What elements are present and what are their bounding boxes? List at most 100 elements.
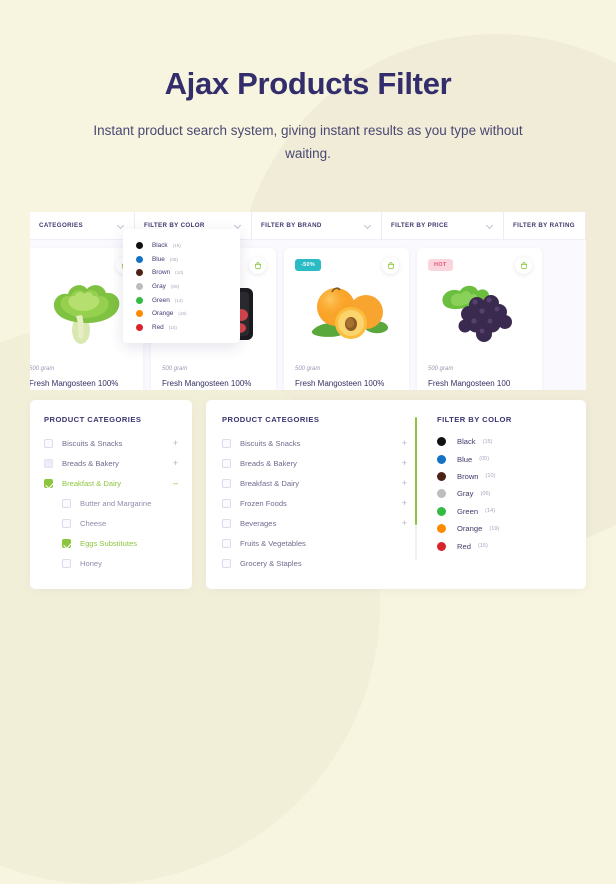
checkbox[interactable] — [44, 458, 53, 468]
color-option-brown[interactable]: Brown (10) — [437, 468, 570, 485]
color-swatch-icon — [437, 506, 446, 516]
color-option-brown[interactable]: Brown (10) — [123, 266, 240, 280]
color-swatch-icon — [437, 437, 446, 447]
product-weight: 500 gram — [295, 366, 321, 372]
color-option-black[interactable]: Black (15) — [437, 433, 570, 450]
checkbox[interactable] — [222, 438, 231, 448]
checkbox[interactable] — [62, 498, 71, 508]
cart-icon — [254, 257, 262, 275]
category-row[interactable]: Biscuits & Snacks + — [44, 433, 178, 453]
color-option-black[interactable]: Black (15) — [123, 239, 240, 253]
color-swatch-icon — [136, 310, 143, 318]
filter-bar-item-label: FILTER BY PRICE — [391, 222, 449, 229]
color-option-label: Brown — [457, 471, 479, 481]
expand-toggle-icon[interactable]: + — [168, 438, 178, 448]
checkbox[interactable] — [222, 458, 231, 468]
category-row[interactable]: Biscuits & Snacks + — [222, 433, 407, 453]
filter-bar-item-categories[interactable]: CATEGORIES — [30, 212, 135, 240]
color-swatch-icon — [437, 471, 446, 481]
color-option-green[interactable]: Green (14) — [437, 503, 570, 520]
color-option-count: (15) — [477, 543, 488, 550]
checkbox[interactable] — [62, 558, 71, 568]
filter-bar-item-label: FILTER BY RATING — [513, 222, 575, 229]
product-badge: -50% — [295, 259, 322, 271]
expand-toggle-icon[interactable]: + — [397, 458, 407, 468]
add-to-cart-button[interactable] — [249, 257, 266, 274]
category-row[interactable]: Fruits & Vegetables — [222, 533, 407, 553]
color-option-count: (10) — [175, 270, 184, 276]
expand-toggle-icon[interactable]: + — [397, 478, 407, 488]
checkbox[interactable] — [222, 518, 231, 528]
filter-bar-item-filter-by-price[interactable]: FILTER BY PRICE — [382, 212, 504, 240]
checkbox[interactable] — [222, 478, 231, 488]
color-option-blue[interactable]: Blue (05) — [437, 450, 570, 467]
color-option-blue[interactable]: Blue (05) — [123, 253, 240, 267]
category-label: Cheese — [80, 518, 107, 528]
product-name: Fresh Mangosteen 100% — [30, 379, 119, 388]
checkbox[interactable] — [44, 438, 53, 448]
color-option-orange[interactable]: Orange (19) — [437, 520, 570, 537]
product-image-apricot — [284, 274, 409, 352]
combined-filter-panel: PRODUCT CATEGORIES Biscuits & Snacks + Bre… — [206, 400, 586, 589]
color-option-count: (15) — [482, 438, 493, 445]
color-option-label: Red — [457, 541, 471, 551]
scrollbar-track[interactable] — [415, 417, 417, 560]
checkbox[interactable] — [222, 558, 231, 568]
category-row[interactable]: Beverages + — [222, 513, 407, 533]
color-option-count: (05) — [479, 456, 490, 463]
category-row[interactable]: Frozen Foods + — [222, 493, 407, 513]
color-option-gray[interactable]: Gray (06) — [437, 485, 570, 502]
color-option-count: (06) — [480, 490, 491, 497]
product-card[interactable]: HOT 500 gram Fresh Mangosteen 100 — [417, 248, 542, 390]
product-categories-panel: PRODUCT CATEGORIES Biscuits & Snacks + Bre… — [30, 400, 192, 589]
chevron-down-icon — [487, 222, 494, 229]
chevron-down-icon — [365, 222, 372, 229]
add-to-cart-button[interactable] — [515, 257, 532, 274]
filter-bar-item-filter-by-rating[interactable]: FILTER BY RATING — [504, 212, 586, 240]
checkbox-checked[interactable] — [44, 478, 53, 488]
category-row[interactable]: Butter and Margarine — [44, 493, 178, 513]
color-option-green[interactable]: Green (14) — [123, 293, 240, 307]
bottom-panels: PRODUCT CATEGORIES Biscuits & Snacks + Bre… — [30, 400, 586, 589]
color-option-label: Blue — [152, 255, 165, 263]
category-label: Beverages — [240, 518, 277, 528]
color-option-red[interactable]: Red (15) — [123, 321, 240, 335]
color-option-gray[interactable]: Gray (06) — [123, 280, 240, 294]
color-option-orange[interactable]: Orange (19) — [123, 307, 240, 321]
category-label: Butter and Margarine — [80, 498, 152, 508]
category-row[interactable]: Breads & Bakery + — [222, 453, 407, 473]
product-card[interactable]: -50% 500 gram Fresh Mangosteen 100% — [284, 248, 409, 390]
category-label: Breads & Bakery — [240, 458, 297, 468]
color-option-red[interactable]: Red (15) — [437, 537, 570, 554]
color-column: FILTER BY COLOR Black (15) Blue (05) Brown (1… — [437, 415, 570, 573]
expand-toggle-icon[interactable]: + — [397, 498, 407, 508]
expand-toggle-icon[interactable]: + — [168, 458, 178, 468]
add-to-cart-button[interactable] — [382, 257, 399, 274]
category-row[interactable]: Honey — [44, 553, 178, 573]
color-option-label: Orange — [457, 524, 483, 534]
color-filter-dropdown[interactable]: Black (15) Blue (05) Brown (10) Gray (06) Green (… — [123, 229, 240, 344]
expand-toggle-icon[interactable]: + — [397, 438, 407, 448]
color-swatch-icon — [136, 242, 143, 250]
color-option-count: (05) — [169, 256, 178, 262]
filter-bar: CATEGORIES FILTER BY COLOR FILTER BY BRAND… — [30, 212, 586, 240]
category-list: Biscuits & Snacks + Breads & Bakery + Breakf… — [222, 433, 407, 573]
category-row[interactable]: Cheese — [44, 513, 178, 533]
expand-toggle-icon[interactable]: + — [397, 518, 407, 528]
color-option-label: Gray — [152, 283, 166, 291]
color-option-label: Black — [457, 437, 476, 447]
category-label: Biscuits & Snacks — [240, 438, 301, 448]
category-row[interactable]: Grocery & Staples — [222, 553, 407, 573]
checkbox-checked[interactable] — [62, 538, 71, 548]
category-row[interactable]: Eggs Substitutes — [44, 533, 178, 553]
checkbox[interactable] — [62, 518, 71, 528]
scrollbar-thumb[interactable] — [415, 417, 417, 525]
expand-toggle-icon[interactable]: – — [168, 478, 178, 488]
category-row[interactable]: Breads & Bakery + — [44, 453, 178, 473]
filter-bar-item-filter-by-brand[interactable]: FILTER BY BRAND — [252, 212, 382, 240]
product-weight: 500 gram — [162, 366, 188, 372]
checkbox[interactable] — [222, 498, 231, 508]
category-row[interactable]: Breakfast & Dairy – — [44, 473, 178, 493]
checkbox[interactable] — [222, 538, 231, 548]
category-row[interactable]: Breakfast & Dairy + — [222, 473, 407, 493]
